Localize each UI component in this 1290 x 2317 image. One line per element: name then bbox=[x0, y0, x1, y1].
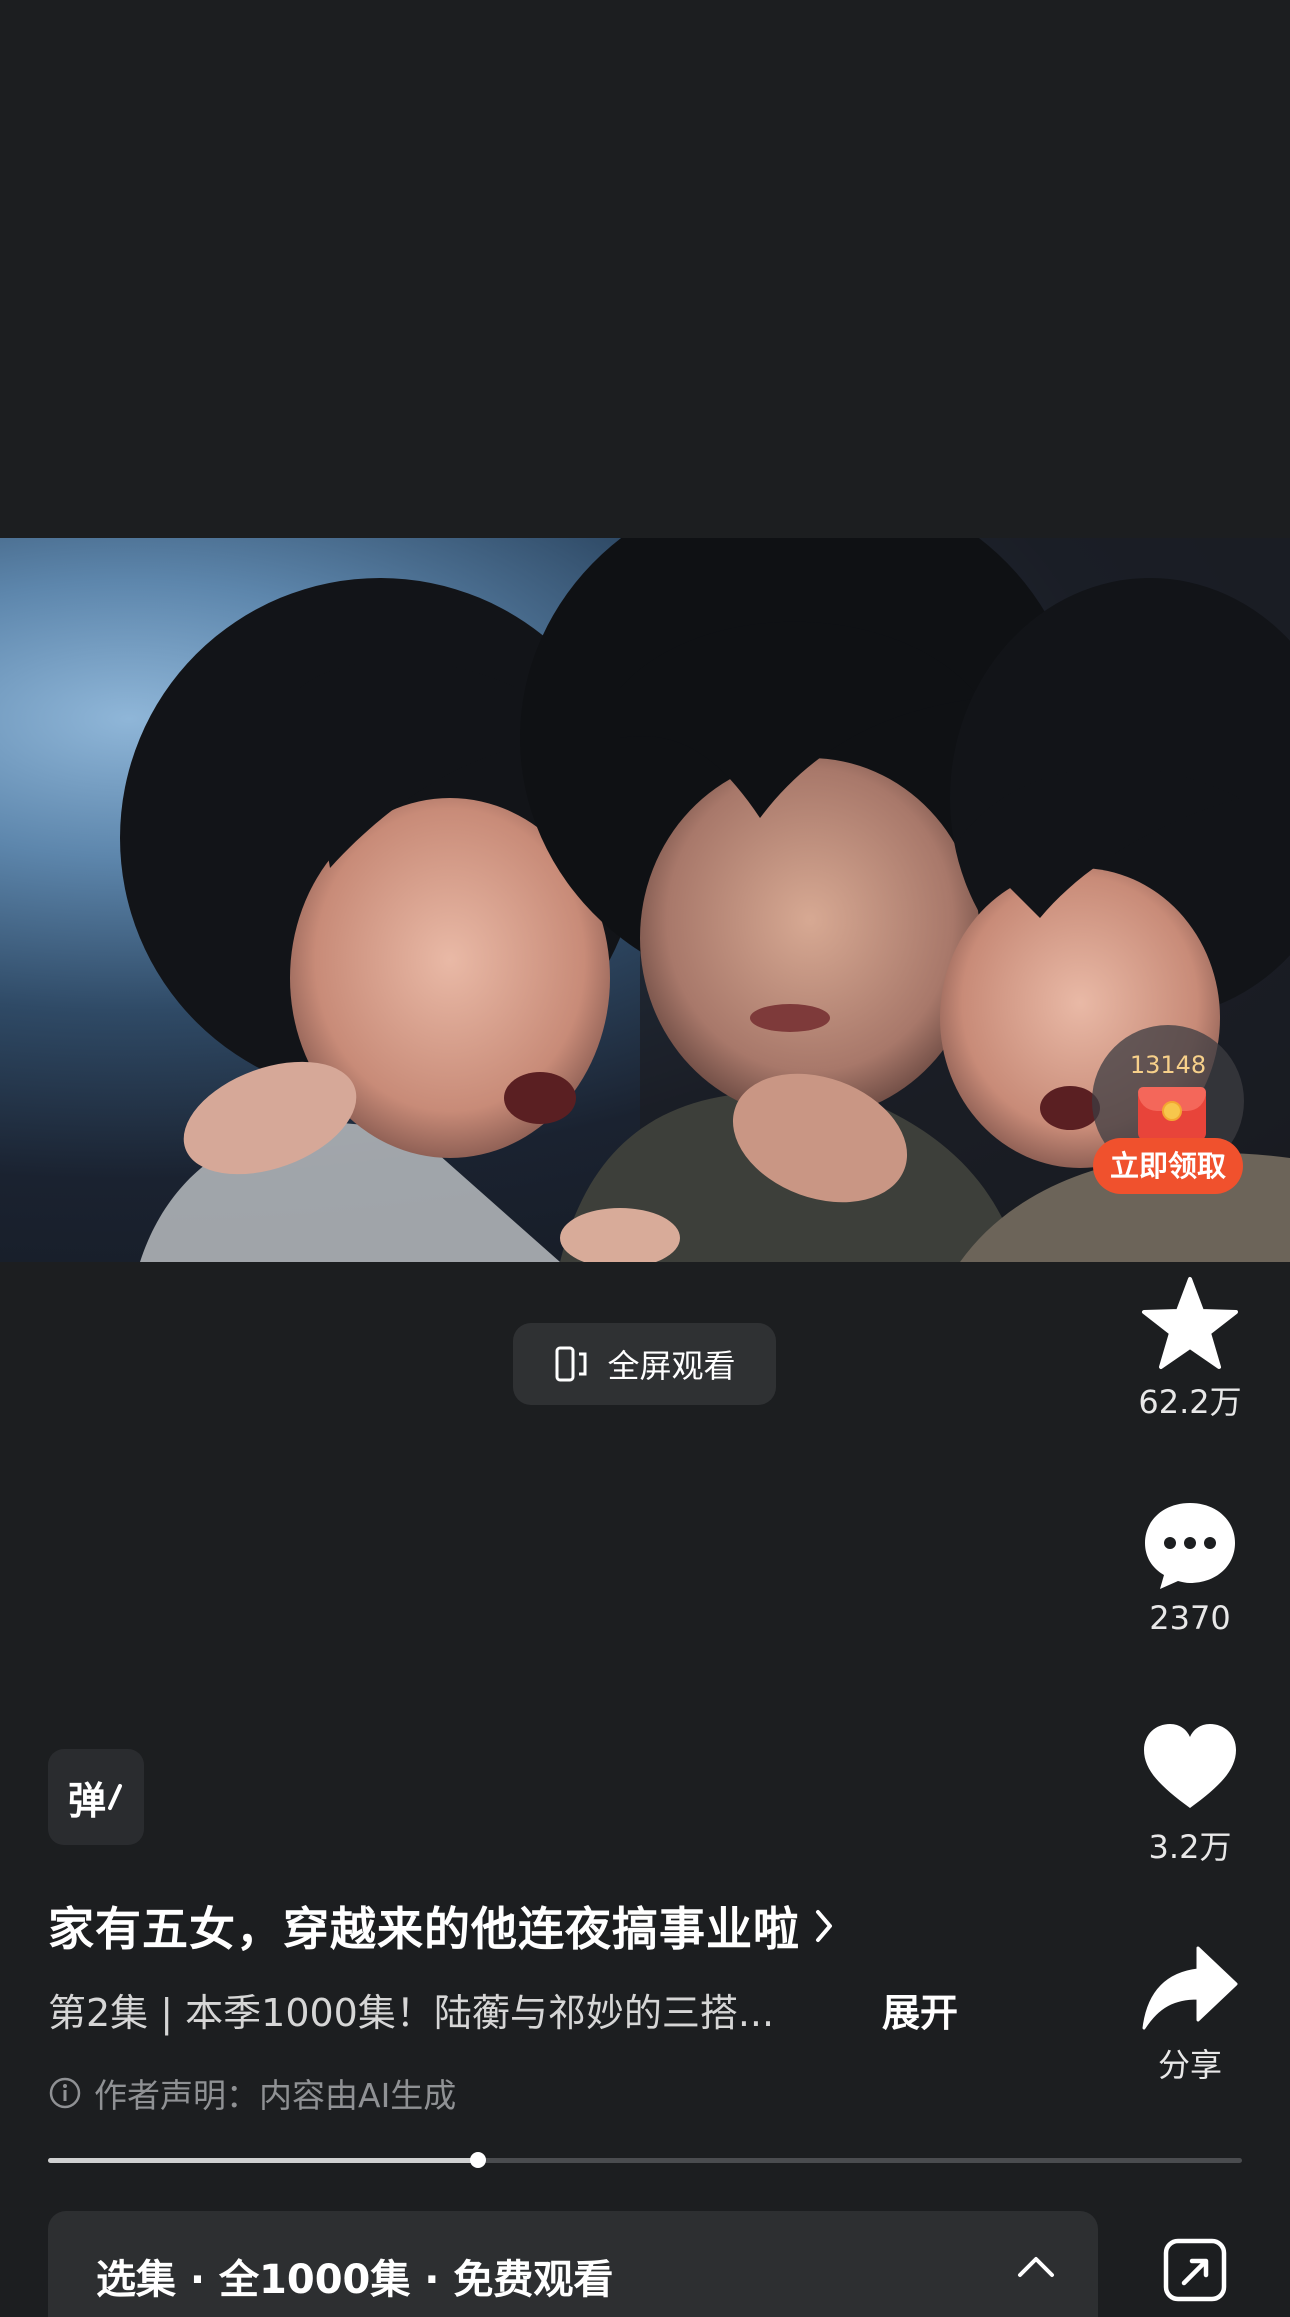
description-text: 第2集 | 本季1000集！陆蘅与祁妙的三搭... bbox=[48, 1991, 775, 2035]
fullscreen-label: 全屏观看 bbox=[607, 1347, 736, 1385]
share-action[interactable]: 分享 bbox=[1120, 1944, 1260, 2086]
screen: 13148 立即领取 全屏观看 62.2万 2370 3.2万 分享 弹 家有五… bbox=[0, 0, 1290, 2317]
episode-selector-label: 选集 · 全1000集 · 免费观看 bbox=[96, 2257, 614, 2303]
share-label: 分享 bbox=[1157, 2046, 1222, 2084]
progress-knob[interactable] bbox=[469, 2152, 486, 2168]
notice-text: 作者声明：内容由AI生成 bbox=[94, 2076, 457, 2115]
episode-selector[interactable]: 选集 · 全1000集 · 免费观看 bbox=[48, 2211, 1098, 2317]
claim-button[interactable]: 立即领取 bbox=[1093, 1138, 1243, 1194]
red-envelope-icon bbox=[1138, 1087, 1206, 1141]
coin-icon bbox=[1162, 1101, 1182, 1121]
danmaku-pen-icon bbox=[108, 1784, 122, 1810]
like-action[interactable]: 3.2万 bbox=[1120, 1720, 1260, 1868]
comment-count: 2370 bbox=[1149, 1599, 1231, 1637]
danmaku-label: 弹 bbox=[67, 1778, 106, 1823]
expand-button[interactable]: 展开 bbox=[882, 1982, 958, 2037]
favorite-action[interactable]: 62.2万 bbox=[1120, 1275, 1260, 1423]
star-icon bbox=[1142, 1277, 1238, 1369]
favorite-count: 62.2万 bbox=[1138, 1383, 1242, 1421]
danmaku-toggle-button[interactable]: 弹 bbox=[48, 1749, 144, 1845]
share-arrow-icon bbox=[1142, 1946, 1238, 2030]
fullscreen-button[interactable]: 全屏观看 bbox=[513, 1323, 776, 1405]
like-count: 3.2万 bbox=[1148, 1828, 1232, 1866]
red-packet-widget[interactable]: 13148 立即领取 bbox=[1088, 1025, 1248, 1200]
comment-icon bbox=[1145, 1503, 1235, 1589]
author-notice: 作者声明：内容由AI生成 bbox=[48, 2069, 456, 2117]
chevron-right-icon bbox=[816, 1910, 832, 1942]
progress-fill bbox=[48, 2158, 478, 2163]
red-packet-count: 13148 bbox=[1129, 1051, 1207, 1079]
comment-action[interactable]: 2370 bbox=[1120, 1497, 1260, 1637]
chevron-up-icon bbox=[1018, 2257, 1054, 2277]
series-title-link[interactable]: 家有五女，穿越来的他连夜搞事业啦 bbox=[48, 1893, 838, 1959]
info-icon bbox=[49, 2077, 81, 2109]
episode-description: 第2集 | 本季1000集！陆蘅与祁妙的三搭... 展开 bbox=[48, 1982, 1048, 2037]
playback-progress-bar[interactable] bbox=[48, 2152, 1242, 2168]
heart-icon bbox=[1144, 1724, 1236, 1808]
rotate-screen-icon bbox=[555, 1346, 587, 1382]
series-title: 家有五女，穿越来的他连夜搞事业啦 bbox=[48, 1902, 800, 1956]
picture-in-picture-icon[interactable] bbox=[1160, 2235, 1230, 2305]
